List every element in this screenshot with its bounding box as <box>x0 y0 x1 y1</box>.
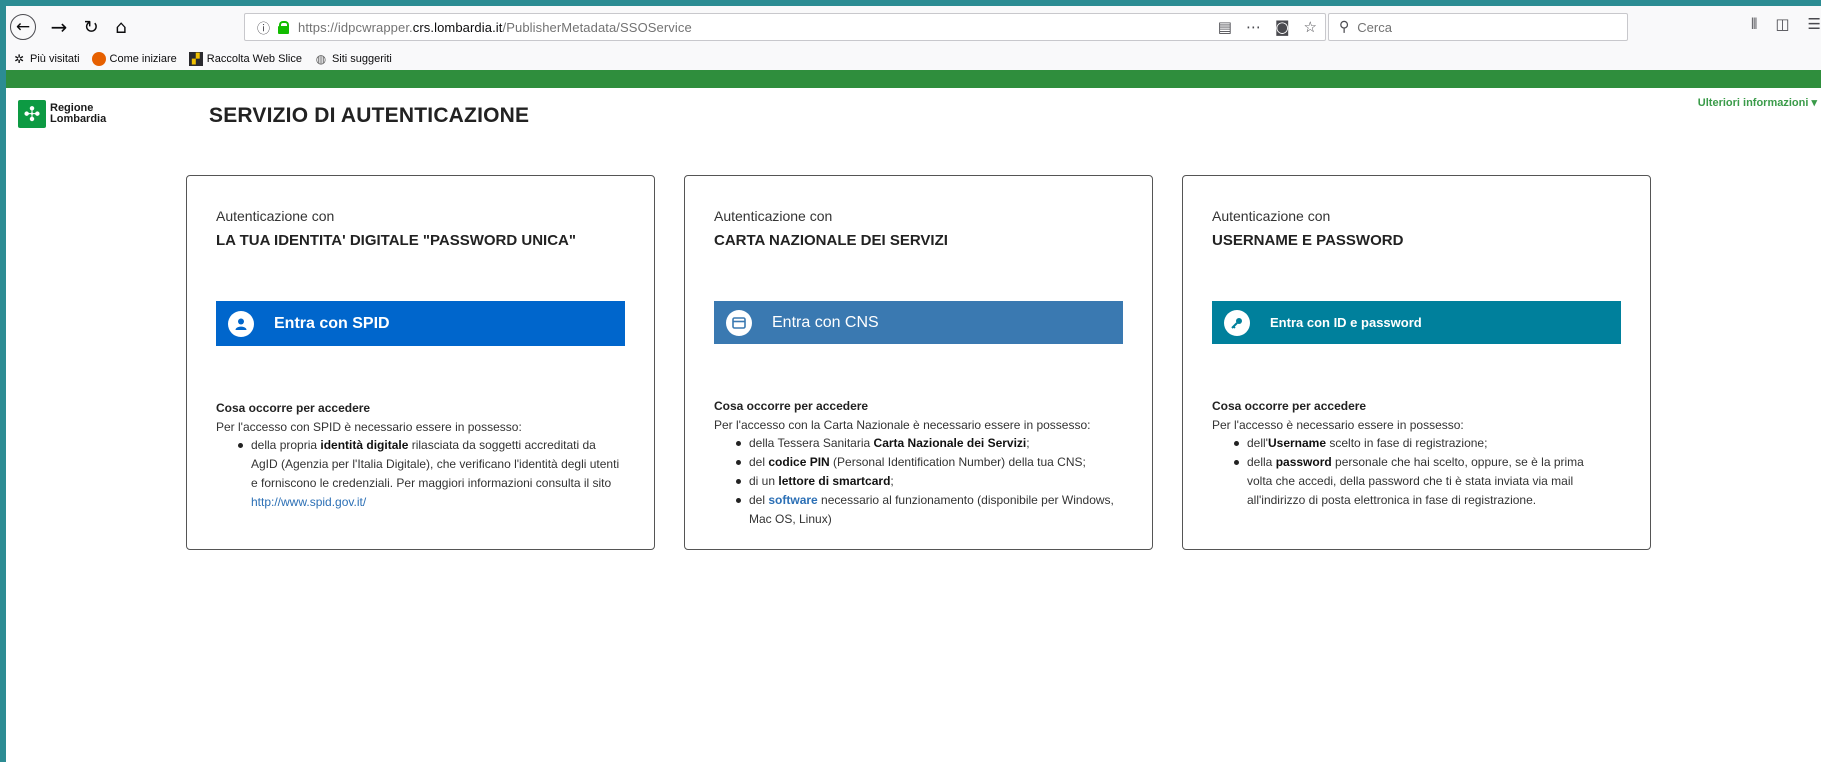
bookmark-raccolta-web-slice[interactable]: ▞ Raccolta Web Slice <box>188 52 302 66</box>
item-bold: Carta Nazionale dei Servizi <box>873 436 1027 450</box>
page-title: SERVIZIO DI AUTENTICAZIONE <box>209 104 530 127</box>
item-text: della <box>1247 455 1276 469</box>
lock-icon[interactable] <box>278 21 290 34</box>
button-label: Entra con SPID <box>274 314 390 332</box>
spid-site-link[interactable]: http://www.spid.gov.it/ <box>251 495 366 509</box>
password-card: Autenticazione con USERNAME E PASSWORD E… <box>1182 175 1651 550</box>
item-text: ; <box>1026 436 1030 450</box>
pocket-icon[interactable]: ◙ <box>1275 18 1290 36</box>
requirements-list: della propria identità digitale rilascia… <box>231 436 621 512</box>
logo-text: Regione Lombardia <box>50 103 106 125</box>
item-text: di un <box>749 474 779 488</box>
requirements-title: Cosa occorre per accedere <box>1212 399 1367 413</box>
info-icon[interactable]: ⓘ <box>257 18 270 37</box>
list-item: della Tessera Sanitaria Carta Nazionale … <box>729 434 1129 453</box>
list-item: della password personale che hai scelto,… <box>1227 453 1597 510</box>
logo-line-2: Lombardia <box>50 113 107 125</box>
browser-window: ← → ↻ ⌂ ⓘ https://idpcwrapper.crs.lombar… <box>6 6 1821 762</box>
cns-card: Autenticazione con CARTA NAZIONALE DEI S… <box>684 175 1153 550</box>
webslice-icon: ▞ <box>188 52 203 66</box>
item-text: (Personal Identification Number) della t… <box>829 455 1086 469</box>
bookmark-come-iniziare[interactable]: Come iniziare <box>91 52 177 66</box>
bookmark-label: Come iniziare <box>109 53 177 65</box>
requirements-title: Cosa occorre per accedere <box>714 399 869 413</box>
item-bold: password <box>1275 455 1332 469</box>
item-text: ; <box>890 474 894 488</box>
user-icon <box>228 310 254 337</box>
item-text: dell' <box>1247 436 1268 450</box>
rosa-camuna-icon: ✣ <box>18 100 46 128</box>
cns-login-button[interactable]: Entra con CNS <box>714 301 1123 344</box>
card-title: USERNAME E PASSWORD <box>1212 232 1404 249</box>
item-text: della propria <box>251 438 321 452</box>
button-label: Entra con CNS <box>772 313 879 331</box>
sidebar-icon[interactable]: ◫ <box>1775 15 1789 33</box>
item-bold: codice PIN <box>768 455 830 469</box>
card-pretitle: Autenticazione con <box>714 208 833 224</box>
bookmark-label: Siti suggeriti <box>331 53 392 65</box>
requirements-list: dell'Username scelto in fase di registra… <box>1227 434 1597 510</box>
library-icon[interactable]: ⫴ <box>1751 15 1757 33</box>
requirements-intro: Per l'accesso è necessario essere in pos… <box>1212 418 1464 432</box>
item-text: del <box>749 455 769 469</box>
requirements-intro: Per l'accesso con SPID è necessario esse… <box>216 420 522 434</box>
item-bold: identità digitale <box>320 438 409 452</box>
list-item: di un lettore di smartcard; <box>729 472 1129 491</box>
card-title: LA TUA IDENTITA' DIGITALE "PASSWORD UNIC… <box>216 232 576 249</box>
reload-icon[interactable]: ↻ <box>78 14 104 40</box>
list-item: del software necessario al funzionamento… <box>729 491 1129 529</box>
search-placeholder: Cerca <box>1357 19 1392 35</box>
browser-toolbar: ← → ↻ ⌂ ⓘ https://idpcwrapper.crs.lombar… <box>6 6 1821 48</box>
url-text[interactable]: https://idpcwrapper.crs.lombardia.it/Pub… <box>298 20 692 35</box>
search-icon: ⚲ <box>1339 19 1350 35</box>
bookmark-star-icon[interactable]: ☆ <box>1304 18 1317 36</box>
password-login-button[interactable]: Entra con ID e password <box>1212 301 1621 344</box>
requirements-list: della Tessera Sanitaria Carta Nazionale … <box>729 434 1129 529</box>
url-host: crs.lombardia.it <box>412 19 503 35</box>
page-actions-icon[interactable]: ⋯ <box>1246 18 1261 36</box>
url-bar[interactable]: ⓘ https://idpcwrapper.crs.lombardia.it/P… <box>244 13 1326 41</box>
list-item: dell'Username scelto in fase di registra… <box>1227 434 1597 453</box>
item-bold: Username <box>1267 436 1327 450</box>
header-band <box>6 70 1821 88</box>
key-icon <box>1224 309 1250 336</box>
bookmark-label: Più visitati <box>30 53 80 65</box>
globe-icon: ◍ <box>315 52 327 66</box>
button-label: Entra con ID e password <box>1270 315 1422 330</box>
item-text: scelto in fase di registrazione; <box>1326 436 1488 450</box>
bookmarks-bar: ✲ Più visitati Come iniziare ▞ Raccolta … <box>6 48 1821 70</box>
spid-card: Autenticazione con LA TUA IDENTITA' DIGI… <box>186 175 655 550</box>
item-text: del <box>749 493 769 507</box>
item-bold: lettore di smartcard <box>778 474 891 488</box>
menu-icon[interactable]: ☰ <box>1808 15 1821 33</box>
card-title: CARTA NAZIONALE DEI SERVIZI <box>714 232 948 249</box>
requirements-title: Cosa occorre per accedere <box>216 401 371 415</box>
requirements-intro: Per l'accesso con la Carta Nazionale è n… <box>714 418 1091 432</box>
bookmark-siti-suggeriti[interactable]: ◍ Siti suggeriti <box>314 52 392 66</box>
firefox-icon <box>91 52 106 66</box>
card-pretitle: Autenticazione con <box>216 208 335 224</box>
card-icon <box>726 309 752 336</box>
gear-icon: ✲ <box>13 52 25 66</box>
bookmark-piu-visitati[interactable]: ✲ Più visitati <box>12 52 80 66</box>
search-input[interactable]: ⚲ Cerca <box>1328 13 1628 41</box>
list-item: della propria identità digitale rilascia… <box>231 436 621 512</box>
home-icon[interactable]: ⌂ <box>108 14 134 40</box>
regione-lombardia-logo[interactable]: ✣ Regione Lombardia <box>18 100 106 128</box>
spid-login-button[interactable]: Entra con SPID <box>216 301 625 346</box>
url-scheme: https://idpcwrapper. <box>298 19 413 35</box>
list-item: del codice PIN (Personal Identification … <box>729 453 1129 472</box>
back-arrow-icon[interactable]: ← <box>10 14 36 40</box>
forward-arrow-icon[interactable]: → <box>46 14 72 40</box>
more-info-link[interactable]: Ulteriori informazioni ▾ <box>1698 96 1817 109</box>
card-pretitle: Autenticazione con <box>1212 208 1331 224</box>
reader-view-icon[interactable]: ▤ <box>1218 18 1232 36</box>
item-text: della Tessera Sanitaria <box>749 436 874 450</box>
software-link[interactable]: software <box>768 493 817 507</box>
url-path: /PublisherMetadata/SSOService <box>502 19 692 35</box>
bookmark-label: Raccolta Web Slice <box>206 53 302 65</box>
